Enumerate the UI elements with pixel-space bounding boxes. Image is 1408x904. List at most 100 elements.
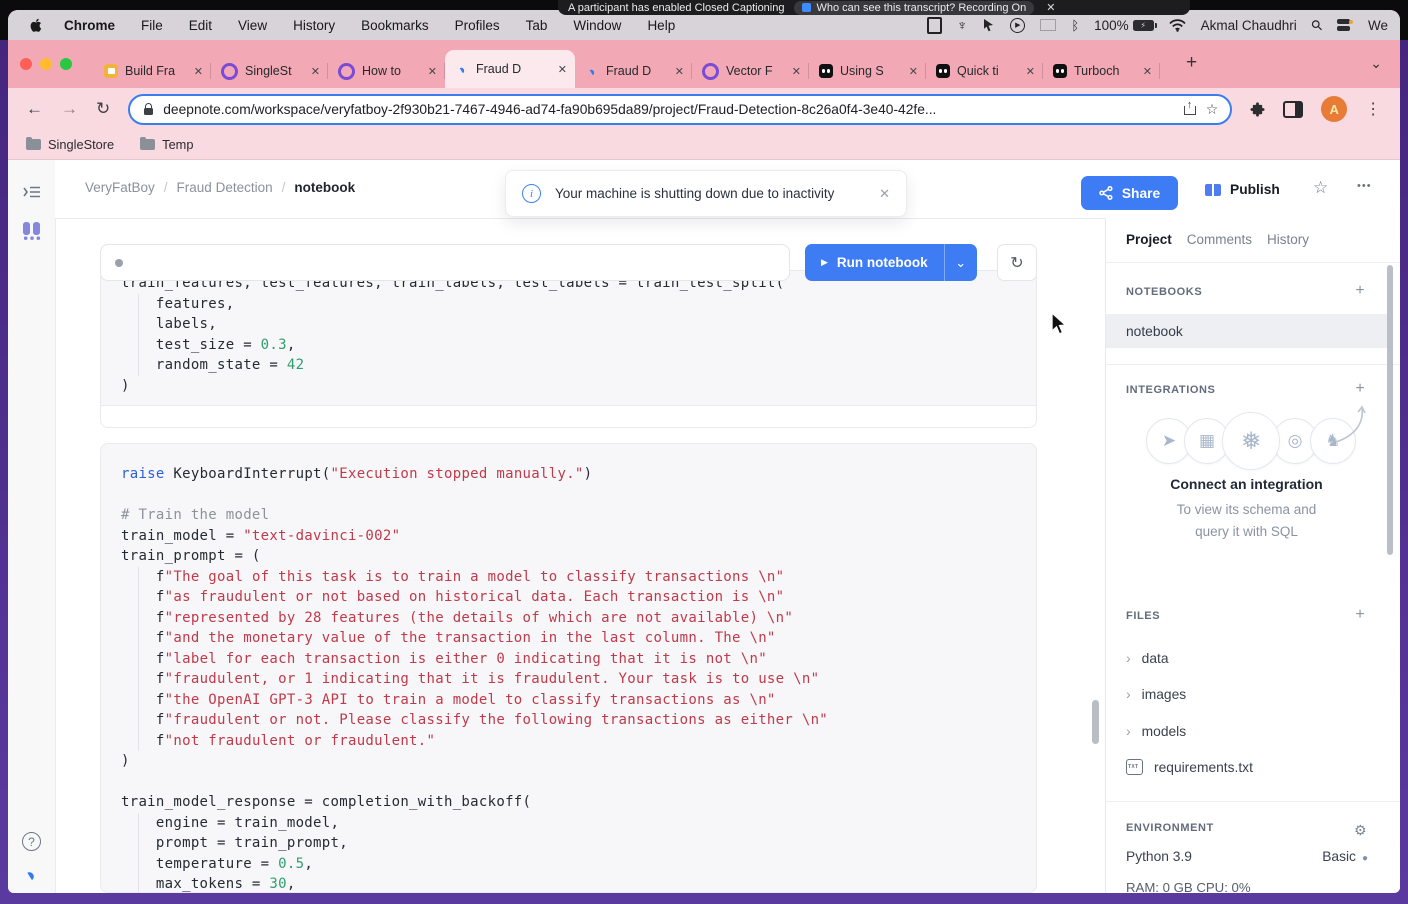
tab-how-to[interactable]: How to ✕ xyxy=(328,54,445,88)
tab-singlestore[interactable]: SingleSt✕ xyxy=(211,54,328,88)
sidebar-tab-comments[interactable]: Comments xyxy=(1187,232,1252,247)
spotlight-search-icon[interactable]: ⚲ xyxy=(1307,15,1326,34)
folder-row-images[interactable]: ›images xyxy=(1126,686,1186,702)
menubar-username[interactable]: Akmal Chaudhri xyxy=(1201,18,1297,33)
maximize-window-button[interactable] xyxy=(60,58,72,70)
add-notebook-button[interactable]: + xyxy=(1352,282,1368,300)
menubar-clock[interactable]: We xyxy=(1368,18,1388,33)
menubar-utility-icon[interactable]: ♆ xyxy=(957,17,968,33)
tab-close-icon[interactable]: ✕ xyxy=(311,65,320,78)
lock-icon[interactable] xyxy=(144,108,153,115)
battery-status[interactable]: 100% ⚡ xyxy=(1094,18,1154,33)
toast-close-icon[interactable]: ✕ xyxy=(879,186,890,202)
extensions-icon[interactable] xyxy=(1250,102,1265,117)
menu-chrome[interactable]: Chrome xyxy=(64,18,115,33)
code-editor[interactable]: train_features, test_features, train_lab… xyxy=(101,271,1036,396)
environment-settings-gear-icon[interactable]: ⚙ xyxy=(1354,822,1367,839)
tab-using-s[interactable]: Using S✕ xyxy=(809,54,926,88)
tab-close-icon[interactable]: ✕ xyxy=(558,63,567,76)
chrome-menu-icon[interactable]: ⋮ xyxy=(1365,99,1382,119)
menu-help[interactable]: Help xyxy=(647,18,675,33)
code-cell-train-test-split[interactable]: train_features, test_features, train_lab… xyxy=(100,270,1037,428)
collapse-sidebar-icon[interactable] xyxy=(8,185,55,204)
tab-fraud-detection-active[interactable]: ◗Fraud D✕ xyxy=(445,50,575,88)
wifi-icon[interactable] xyxy=(1169,19,1186,32)
restart-machine-button[interactable]: ↻ xyxy=(997,244,1037,281)
menu-tab[interactable]: Tab xyxy=(526,18,548,33)
folder-row-models[interactable]: ›models xyxy=(1126,723,1186,739)
playback-status-icon[interactable]: ▶ xyxy=(1010,18,1025,33)
run-options-chevron[interactable]: ⌄ xyxy=(944,244,977,281)
bookmark-folder-temp[interactable]: Temp xyxy=(140,137,193,152)
tab-close-icon[interactable]: ✕ xyxy=(428,65,437,78)
bookmark-folder-singlestore[interactable]: SingleStore xyxy=(26,137,114,152)
url-bar[interactable]: deepnote.com/workspace/veryfatboy-2f930b… xyxy=(128,94,1232,125)
menu-file[interactable]: File xyxy=(141,18,163,33)
breadcrumb-notebook[interactable]: notebook xyxy=(294,180,355,195)
tab-vector[interactable]: Vector F✕ xyxy=(692,54,809,88)
sidebar-tab-history[interactable]: History xyxy=(1267,232,1309,247)
breadcrumb-workspace[interactable]: VeryFatBoy xyxy=(85,180,155,195)
sidebar-scrollbar-thumb[interactable] xyxy=(1387,265,1393,555)
tab-close-icon[interactable]: ✕ xyxy=(675,65,684,78)
integration-icons[interactable]: ➤ ▦ ❅ ◎ ♞ xyxy=(1146,412,1348,470)
menu-history[interactable]: History xyxy=(293,18,335,33)
tab-close-icon[interactable]: ✕ xyxy=(1026,65,1035,78)
bluetooth-icon[interactable]: ᛒ xyxy=(1071,18,1079,33)
screen-share-cursor-icon[interactable] xyxy=(982,18,995,32)
menubar-app-icon[interactable] xyxy=(927,17,942,34)
tab-close-icon[interactable]: ✕ xyxy=(194,65,203,78)
run-notebook-button[interactable]: ▶Run notebook ⌄ xyxy=(805,244,977,281)
side-panel-icon[interactable] xyxy=(1283,101,1303,118)
sidebar-tab-project[interactable]: Project xyxy=(1126,232,1172,247)
menu-window[interactable]: Window xyxy=(573,18,621,33)
file-row-requirements[interactable]: requirements.txt xyxy=(1126,759,1253,775)
tab-overflow-chevron-icon[interactable]: ⌄ xyxy=(1370,55,1382,72)
banner-close-icon[interactable]: ✕ xyxy=(1046,1,1055,14)
screen-mirroring-icon[interactable] xyxy=(1040,19,1056,31)
tab-close-icon[interactable]: ✕ xyxy=(792,65,801,78)
folder-row-data[interactable]: ›data xyxy=(1126,650,1169,666)
add-file-button[interactable]: + xyxy=(1352,606,1368,624)
share-page-icon[interactable] xyxy=(1184,102,1196,116)
apple-logo-icon[interactable] xyxy=(28,17,44,33)
help-icon[interactable]: ? xyxy=(8,832,55,851)
transcript-pill[interactable]: Who can see this transcript? Recording O… xyxy=(794,1,1034,15)
tab-close-icon[interactable]: ✕ xyxy=(1143,65,1152,78)
menu-profiles[interactable]: Profiles xyxy=(455,18,500,33)
share-button[interactable]: Share xyxy=(1081,176,1178,210)
minimize-window-button[interactable] xyxy=(40,58,52,70)
environment-tier[interactable]: Basic● xyxy=(1106,849,1368,864)
browser-profile-avatar[interactable]: A xyxy=(1321,96,1347,122)
back-button[interactable]: ← xyxy=(26,99,43,119)
tab-turboch[interactable]: Turboch✕ xyxy=(1043,54,1160,88)
menu-view[interactable]: View xyxy=(238,18,267,33)
project-menu-dots[interactable]: ••• xyxy=(1357,180,1372,192)
deepnote-logo-icon[interactable]: ◗ xyxy=(8,853,58,893)
tab-close-icon[interactable]: ✕ xyxy=(909,65,918,78)
bookmark-star-icon[interactable]: ☆ xyxy=(1206,101,1219,118)
breadcrumb-project[interactable]: Fraud Detection xyxy=(177,180,273,195)
control-center-icon[interactable] xyxy=(1337,19,1353,31)
tab-fraud-detection-2[interactable]: ◗Fraud D✕ xyxy=(575,54,692,88)
tab-quick-tip[interactable]: Quick ti✕ xyxy=(926,54,1043,88)
reload-button[interactable]: ↻ xyxy=(96,99,110,119)
code-editor[interactable]: raise KeyboardInterrupt("Execution stopp… xyxy=(101,444,1036,893)
favorite-star-icon[interactable]: ☆ xyxy=(1313,178,1328,198)
menu-bookmarks[interactable]: Bookmarks xyxy=(361,18,429,33)
code-cell-train-prompt[interactable]: raise KeyboardInterrupt("Execution stopp… xyxy=(100,443,1037,893)
forward-button[interactable]: → xyxy=(61,99,78,119)
block-add-bar[interactable] xyxy=(100,244,790,281)
url-text[interactable]: deepnote.com/workspace/veryfatboy-2f930b… xyxy=(163,102,1173,117)
notebook-scrollbar-thumb[interactable] xyxy=(1092,700,1099,744)
block-status-dot xyxy=(115,259,123,267)
sidebar-item-notebook[interactable]: notebook xyxy=(1106,314,1387,348)
txt-file-icon xyxy=(1126,759,1143,775)
tab-build-fra[interactable]: Build Fra✕ xyxy=(94,54,211,88)
close-window-button[interactable] xyxy=(20,58,32,70)
menu-edit[interactable]: Edit xyxy=(189,18,212,33)
new-tab-button[interactable]: + xyxy=(1186,52,1197,74)
publish-button[interactable]: Publish xyxy=(1205,182,1280,197)
workspace-logo-icon[interactable] xyxy=(8,220,55,247)
add-integration-button[interactable]: + xyxy=(1352,380,1368,398)
